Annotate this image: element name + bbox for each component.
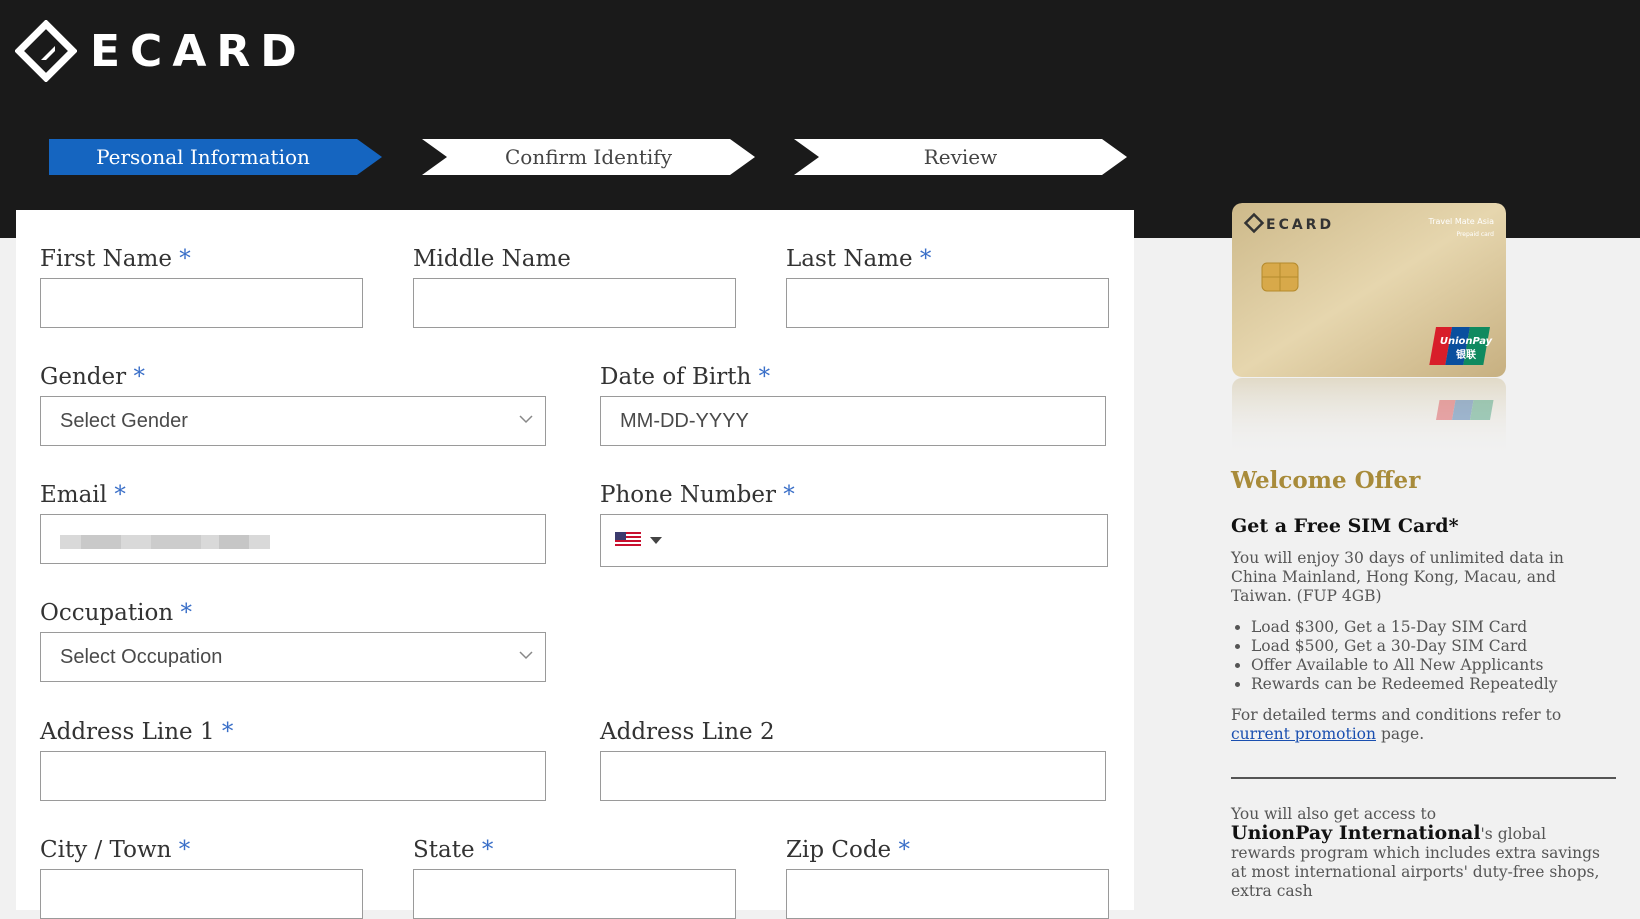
city-input[interactable] [40,869,363,919]
unionpay-international-label: UnionPay International [1231,822,1481,844]
first-name-label: First Name * [40,246,191,272]
state-select[interactable] [413,869,736,919]
offer-headline: Get a Free SIM Card* [1231,515,1459,537]
personal-info-form: First Name * Middle Name Last Name * Gen… [16,210,1134,919]
offer-description: You will enjoy 30 days of unlimited data… [1231,549,1564,605]
dob-input[interactable]: MM-DD-YYYY [600,396,1106,446]
zip-input[interactable] [786,869,1109,919]
step-label: Review [923,145,998,169]
step-review[interactable]: Review [794,139,1127,175]
us-flag-icon [615,532,641,548]
occupation-label: Occupation * [40,600,192,626]
card-brand-text: ECARD [1266,217,1334,233]
card-tagline-text: Travel Mate Asia [1428,217,1495,226]
redacted-block [219,535,249,549]
country-code-selector[interactable] [615,532,662,552]
current-promotion-link[interactable]: current promotion [1231,725,1376,743]
list-item: Offer Available to All New Applicants [1251,656,1557,675]
zip-label: Zip Code * [786,837,910,863]
step-label: Personal Information [96,145,310,169]
terms-text: For detailed terms and conditions refer … [1231,706,1562,743]
middle-name-input[interactable] [413,278,736,328]
list-item: Load $500, Get a 30-Day SIM Card [1251,637,1557,656]
redacted-block [81,535,121,549]
address1-label: Address Line 1 * [40,719,234,745]
list-item: Rewards can be Redeemed Repeatedly [1251,675,1557,694]
caret-down-icon [650,537,662,544]
occupation-select[interactable]: Select Occupation [40,632,546,682]
gender-label: Gender * [40,364,145,390]
last-name-label: Last Name * [786,246,932,272]
address2-label: Address Line 2 [600,719,775,745]
step-confirm-identify[interactable]: Confirm Identify [422,139,755,175]
offer-title: Welcome Offer [1231,467,1421,494]
chevron-down-icon [519,415,533,424]
offer-bullet-list: Load $300, Get a 15-Day SIM Card Load $5… [1231,618,1557,694]
brand-name: ECARD [90,26,307,77]
card-sub-text: Prepaid card [1456,231,1494,238]
phone-label: Phone Number * [600,482,795,508]
dob-label: Date of Birth * [600,364,771,390]
step-personal-information[interactable]: Personal Information [49,139,382,175]
occupation-select-value: Select Occupation [60,646,223,668]
ecard-logo-icon [15,20,77,82]
phone-input[interactable] [600,514,1108,567]
card-network-text: UnionPay [1440,336,1493,347]
email-input[interactable] [40,514,546,564]
redacted-block [151,535,201,549]
dob-placeholder: MM-DD-YYYY [620,410,749,432]
step-label: Confirm Identify [504,145,672,169]
card-reflection [1232,378,1506,458]
ecard-prepaid-card-image: ECARD Travel Mate Asia Prepaid card Unio… [1232,203,1506,377]
gender-select[interactable]: Select Gender [40,396,546,446]
access-text: You will also get access to UnionPay Int… [1231,805,1600,900]
first-name-input[interactable] [40,278,363,328]
state-label: State * [413,837,494,863]
chevron-down-icon [519,651,533,660]
divider [1231,777,1616,779]
address1-input[interactable] [40,751,546,801]
last-name-input[interactable] [786,278,1109,328]
list-item: Load $300, Get a 15-Day SIM Card [1251,618,1557,637]
middle-name-label: Middle Name [413,246,571,272]
email-label: Email * [40,482,126,508]
city-label: City / Town * [40,837,191,863]
address2-input[interactable] [600,751,1106,801]
gender-select-value: Select Gender [60,410,188,432]
card-network-cn-text: 银联 [1456,348,1476,361]
